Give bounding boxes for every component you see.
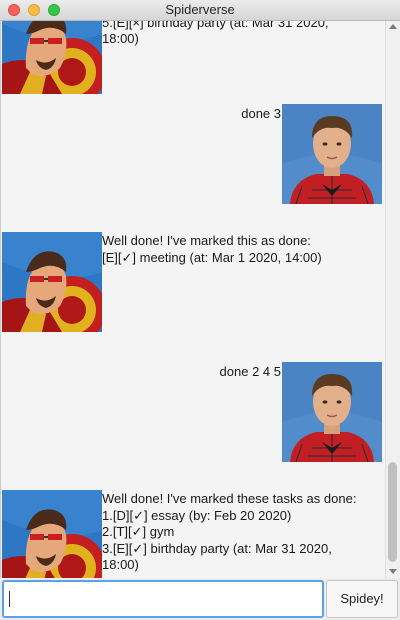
scroll-down-arrow-icon[interactable] — [389, 569, 397, 574]
spiderman-avatar-icon — [282, 104, 382, 204]
message-line: [E][✓] meeting (at: Mar 1 2020, 14:00) — [102, 249, 322, 265]
message-line: Well done! I've marked this as done: — [102, 233, 311, 248]
command-input[interactable] — [2, 580, 324, 618]
user-dialog-box: done 2 4 5 — [1, 362, 385, 462]
message-line: done 2 4 5 — [219, 364, 281, 379]
user-message-text: done 2 4 5 — [220, 364, 281, 381]
duke-dialog-box: Well done! I've marked this as done: [E][… — [1, 232, 385, 332]
title-bar: Spiderverse — [0, 0, 400, 21]
vertical-scrollbar[interactable] — [385, 21, 400, 578]
dialog-scroll-pane[interactable]: 4.[T][×] gym5.[E][×] birthday party (at:… — [0, 21, 400, 578]
scroll-up-arrow-icon[interactable] — [389, 24, 397, 29]
duke-dialog-box: 4.[T][×] gym5.[E][×] birthday party (at:… — [1, 21, 385, 74]
message-line: 2.[T][✓] gym — [102, 524, 175, 539]
ironman-avatar-icon — [2, 232, 102, 332]
user-dialog-box: done 3 — [1, 104, 385, 204]
message-line: 18:00) — [102, 31, 139, 46]
input-bar: Spidey! — [0, 578, 400, 620]
message-line: done 3 — [241, 106, 281, 121]
spiderman-avatar-icon — [282, 362, 382, 462]
duke-message-text: Well done! I've marked this as done: [E][… — [102, 233, 322, 266]
window-title: Spiderverse — [165, 2, 235, 17]
message-line: 18:00) — [102, 557, 139, 572]
ironman-avatar-icon — [2, 21, 102, 94]
message-line: 3.[E][✓] birthday party (at: Mar 31 2020… — [102, 540, 332, 556]
duke-dialog-box: Well done! I've marked these tasks as do… — [1, 490, 385, 578]
send-button[interactable]: Spidey! — [326, 580, 398, 618]
duke-message-text: Well done! I've marked these tasks as do… — [102, 491, 356, 574]
scrollbar-thumb[interactable] — [388, 462, 397, 562]
user-message-text: done 3 — [241, 106, 281, 123]
message-line: 5.[E][×] birthday party (at: Mar 31 2020… — [102, 21, 329, 30]
duke-message-text: 4.[T][×] gym5.[E][×] birthday party (at:… — [102, 21, 329, 48]
text-caret — [9, 591, 10, 607]
message-line: Well done! I've marked these tasks as do… — [102, 491, 357, 506]
message-line: 1.[D][✓] essay (by: Feb 20 2020) — [102, 507, 292, 523]
ironman-avatar-icon — [2, 490, 102, 578]
